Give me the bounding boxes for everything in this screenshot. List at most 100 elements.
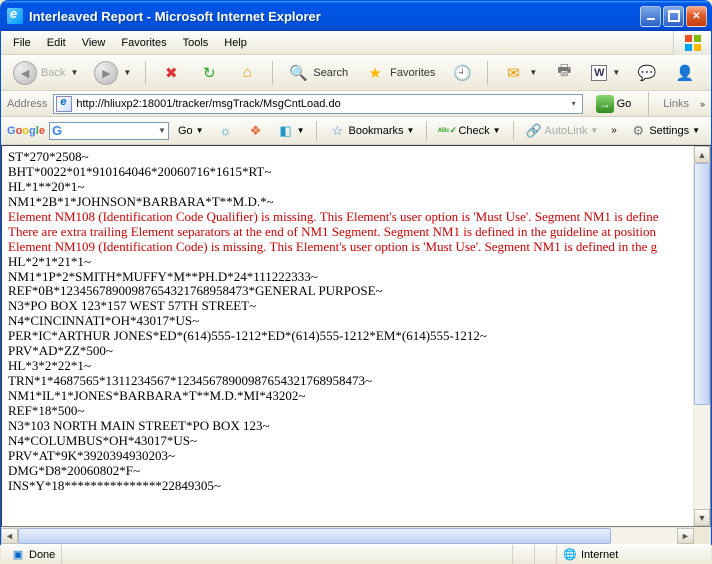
- report-line: HL*1**20*1~: [8, 180, 687, 195]
- autolink-icon: 🔗: [526, 123, 542, 139]
- menu-tools[interactable]: Tools: [175, 34, 217, 52]
- address-bar: Address ▾ → Go Links »: [1, 91, 711, 117]
- report-line: TRN*1*4687565*1311234567*123456789009876…: [8, 374, 687, 389]
- scroll-thumb-h[interactable]: [18, 528, 611, 544]
- print-icon: 🖶: [553, 62, 575, 84]
- back-arrow-icon: ◄: [13, 61, 37, 85]
- bookmark-star-icon: ☆: [329, 123, 345, 139]
- favorites-label: Favorites: [390, 67, 435, 79]
- search-icon: 🔍: [287, 62, 309, 84]
- google-search-dropdown-icon[interactable]: ▼: [158, 126, 166, 135]
- google-go-dropdown-icon: ▼: [196, 126, 204, 135]
- go-button[interactable]: → Go: [589, 92, 639, 116]
- menu-help[interactable]: Help: [216, 34, 255, 52]
- scroll-right-button[interactable]: ►: [677, 528, 694, 544]
- toolbar-separator: [145, 61, 146, 85]
- search-label: Search: [313, 67, 348, 79]
- status-empty-2: [535, 545, 557, 564]
- discuss-icon: 💬: [636, 62, 658, 84]
- print-button[interactable]: 🖶: [547, 58, 581, 88]
- google-more-button[interactable]: »: [607, 125, 621, 136]
- discuss-button[interactable]: 💬: [630, 58, 664, 88]
- favorites-button[interactable]: ★ Favorites: [358, 58, 441, 88]
- check-dropdown-icon: ▼: [493, 126, 501, 135]
- address-input[interactable]: [76, 98, 566, 110]
- google-search-box[interactable]: G ▼: [49, 122, 169, 140]
- minimize-button[interactable]: [640, 6, 661, 27]
- google-autolink-button[interactable]: 🔗 AutoLink ▼: [521, 121, 604, 141]
- menu-bar: File Edit View Favorites Tools Help: [1, 31, 711, 55]
- refresh-button[interactable]: ↻: [192, 58, 226, 88]
- google-btn-3[interactable]: ◧▼: [273, 121, 310, 141]
- report-body: ST*270*2508~BHT*0022*01*910164046*200607…: [2, 146, 693, 526]
- google-btn-2[interactable]: ❖: [243, 121, 269, 141]
- toolbar-separator: [272, 61, 273, 85]
- forward-dropdown-icon: ▼: [123, 68, 131, 77]
- close-button[interactable]: [686, 6, 707, 27]
- report-line: REF*18*500~: [8, 404, 687, 419]
- menu-edit[interactable]: Edit: [39, 34, 74, 52]
- status-zone-label: Internet: [581, 549, 618, 561]
- page-icon: [56, 96, 72, 112]
- menu-file[interactable]: File: [5, 34, 39, 52]
- word-icon: W: [591, 65, 607, 81]
- settings-dropdown-icon: ▼: [692, 126, 700, 135]
- status-empty-1: [513, 545, 535, 564]
- vertical-scrollbar[interactable]: ▲ ▼: [693, 146, 710, 526]
- google-settings-button[interactable]: ⚙ Settings ▼: [625, 121, 705, 141]
- report-line: N3*103 NORTH MAIN STREET*PO BOX 123~: [8, 419, 687, 434]
- horizontal-scrollbar[interactable]: ◄ ►: [1, 527, 711, 544]
- report-line: HL*2*1*21*1~: [8, 255, 687, 270]
- report-line: REF*0B*12345678900987654321768958473*GEN…: [8, 284, 687, 299]
- report-line: NM1*IL*1*JONES*BARBARA*T**M.D.*MI*43202~: [8, 389, 687, 404]
- google-opts-icon: ◧: [278, 123, 294, 139]
- gear-icon: ⚙: [630, 123, 646, 139]
- title-bar: Interleaved Report - Microsoft Internet …: [1, 1, 711, 31]
- google-btn-1[interactable]: ☼: [213, 121, 239, 141]
- back-button[interactable]: ◄ Back ▼: [7, 57, 84, 89]
- stop-icon: ✖: [160, 62, 182, 84]
- google-bookmarks-button[interactable]: ☆ Bookmarks ▼: [324, 121, 419, 141]
- scroll-down-button[interactable]: ▼: [694, 509, 710, 526]
- history-button[interactable]: 🕘: [445, 58, 479, 88]
- links-label[interactable]: Links: [659, 98, 693, 110]
- ie-icon: [7, 8, 23, 24]
- autolink-dropdown-icon: ▼: [590, 126, 598, 135]
- scroll-up-button[interactable]: ▲: [694, 146, 710, 163]
- google-check-button[interactable]: ᴬᴮᶜ✓ Check ▼: [434, 121, 505, 141]
- menu-view[interactable]: View: [74, 34, 114, 52]
- internet-zone-icon: 🌐: [563, 548, 577, 562]
- forward-button[interactable]: ► ▼: [88, 57, 137, 89]
- menu-favorites[interactable]: Favorites: [113, 34, 174, 52]
- scroll-thumb[interactable]: [694, 163, 710, 405]
- google-news-icon: ❖: [248, 123, 264, 139]
- messenger-button[interactable]: 👤: [668, 58, 702, 88]
- report-line: Element NM109 (Identification Code) is m…: [8, 240, 687, 255]
- address-dropdown-icon[interactable]: ▾: [568, 99, 580, 108]
- check-label: Check: [458, 125, 489, 137]
- report-line: ST*270*2508~: [8, 150, 687, 165]
- scroll-track[interactable]: [694, 163, 710, 509]
- history-icon: 🕘: [451, 62, 473, 84]
- status-done-pane: ▣ Done: [5, 545, 62, 564]
- home-icon: ⌂: [236, 62, 258, 84]
- report-line: N4*CINCINNATI*OH*43017*US~: [8, 314, 687, 329]
- edit-dropdown-icon: ▼: [612, 68, 620, 77]
- google-go-button[interactable]: Go ▼: [173, 123, 209, 139]
- links-chevron-icon[interactable]: »: [700, 99, 705, 109]
- google-separator: [316, 121, 317, 141]
- mail-button[interactable]: ✉ ▼: [496, 58, 543, 88]
- scroll-left-button[interactable]: ◄: [1, 528, 18, 544]
- google-logo[interactable]: Google: [7, 125, 45, 137]
- edit-button[interactable]: W ▼: [585, 61, 626, 85]
- bookmarks-dropdown-icon: ▼: [407, 126, 415, 135]
- google-g-icon: G: [52, 123, 62, 138]
- maximize-button[interactable]: [663, 6, 684, 27]
- search-button[interactable]: 🔍 Search: [281, 58, 354, 88]
- status-zone-pane: 🌐 Internet: [557, 545, 707, 564]
- forward-arrow-icon: ►: [94, 61, 118, 85]
- go-arrow-icon: →: [596, 95, 614, 113]
- scroll-track-h[interactable]: [18, 528, 677, 544]
- home-button[interactable]: ⌂: [230, 58, 264, 88]
- stop-button[interactable]: ✖: [154, 58, 188, 88]
